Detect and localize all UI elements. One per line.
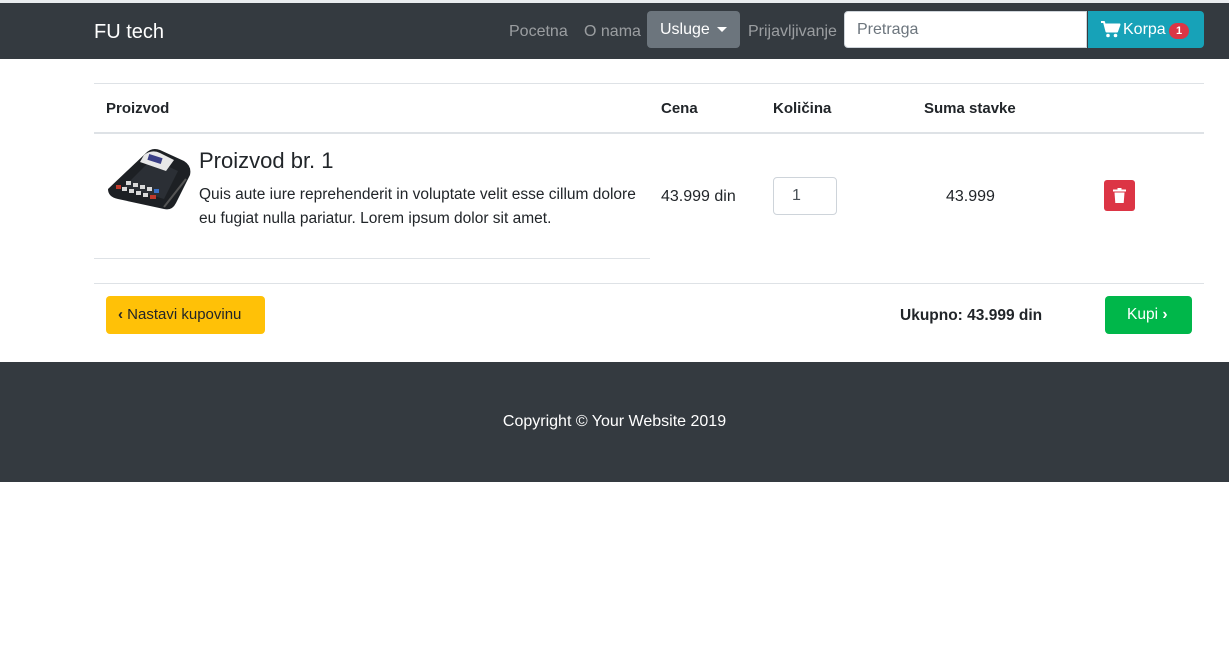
chevron-right-icon: › [1162,306,1168,323]
usluge-label: Usluge [660,21,710,38]
delete-item-button[interactable] [1104,180,1135,211]
table-header-divider [94,132,1204,134]
column-header-kolicina: Količina [773,100,832,117]
nav-link-pocetna[interactable]: Pocetna [509,22,568,42]
brand-link[interactable]: FU tech [94,20,164,44]
column-header-proizvod: Proizvod [106,100,170,117]
usluge-dropdown-button[interactable]: Usluge [647,11,740,48]
cart-button[interactable]: Korpa 1 [1088,11,1204,48]
product-title[interactable]: Proizvod br. 1 [199,148,334,174]
copyright-text: Copyright © Your Website 2019 [502,413,727,430]
nav-link-o-nama[interactable]: O nama [584,22,641,42]
column-header-cena: Cena [661,100,698,117]
line-total: 43.999 [946,188,995,205]
row-divider [94,258,650,259]
table-top-border [94,83,1204,84]
buy-button[interactable]: Kupi › [1105,296,1192,334]
cart-label: Korpa [1123,21,1166,38]
nav-link-prijavljivanje[interactable]: Prijavljivanje [748,22,837,42]
product-image [108,149,191,210]
buy-label: Kupi [1127,306,1159,323]
chevron-left-icon: ‹ [118,306,123,323]
product-price: 43.999 din [661,188,736,205]
continue-shopping-label: Nastavi kupovinu [127,306,242,323]
quantity-input[interactable] [773,177,837,215]
table-footer-divider [94,283,1204,284]
shopping-cart-icon [1101,21,1121,38]
site-footer: Copyright © Your Website 2019 [0,362,1229,482]
product-description: Quis aute iure reprehenderit in voluptat… [199,186,636,227]
trash-icon [1113,188,1126,203]
continue-shopping-button[interactable]: ‹ Nastavi kupovinu [106,296,265,334]
search-input[interactable] [844,11,1087,48]
caret-down-icon [717,27,727,32]
order-total: Ukupno: 43.999 din [900,307,1043,324]
cart-count-badge: 1 [1169,23,1189,39]
column-header-suma-stavke: Suma stavke [924,100,1016,117]
navbar: FU tech Pocetna O nama Usluge Prijavljiv… [0,3,1229,59]
